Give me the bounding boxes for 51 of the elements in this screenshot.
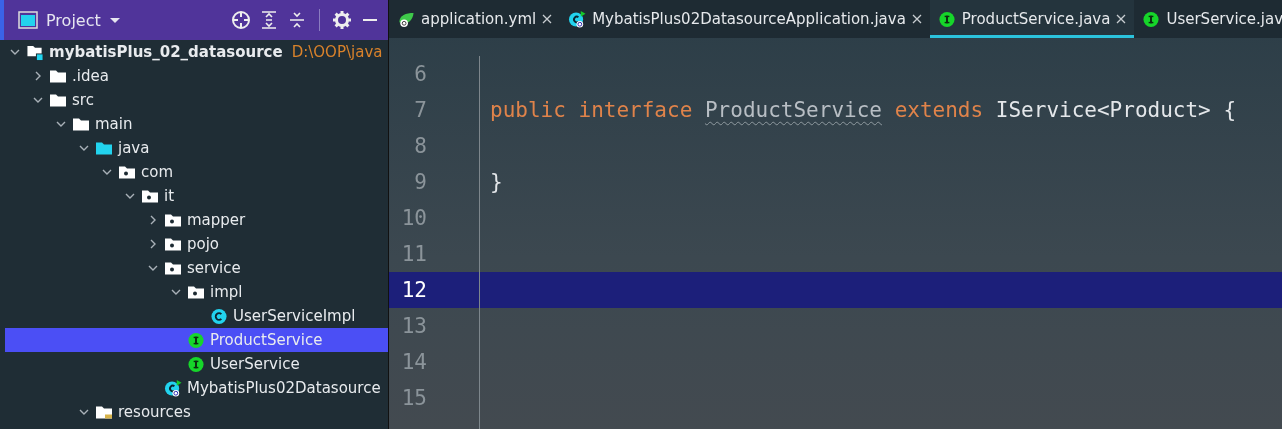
line-number: 12 — [389, 272, 479, 308]
tree-item[interactable]: MybatisPlus02Datasource — [5, 376, 388, 400]
tree-item[interactable]: java — [5, 136, 388, 160]
tree-item[interactable]: it — [5, 184, 388, 208]
line-number: 14 — [400, 349, 428, 376]
panel-title[interactable]: Project — [46, 10, 101, 30]
tree-item[interactable]: service — [5, 256, 388, 280]
line-number: 13 — [400, 313, 428, 340]
close-icon[interactable] — [1116, 14, 1127, 24]
editor-tab[interactable]: MybatisPlus02DatasourceApplication.java — [560, 0, 930, 38]
class-icon — [164, 379, 182, 397]
tree-item[interactable]: resources — [5, 400, 388, 424]
code-line: public interface ProductService extends IService<Product> { — [489, 98, 1237, 122]
interface-icon — [187, 331, 205, 349]
class-icon — [210, 307, 228, 325]
tree-item[interactable]: main — [5, 112, 388, 136]
tree-item[interactable]: impl — [5, 280, 388, 304]
settings-icon[interactable] — [332, 10, 352, 30]
window-icon — [18, 10, 38, 30]
tree-item[interactable]: mapper — [5, 208, 388, 232]
line-number: 6 — [413, 61, 428, 88]
tree-item[interactable]: com — [5, 160, 388, 184]
line-number: 9 — [413, 169, 428, 196]
collapse-all-icon[interactable] — [287, 10, 307, 30]
tree-item[interactable]: ProductService — [5, 328, 388, 352]
tree-item[interactable]: pojo — [5, 232, 388, 256]
code-line: } — [489, 170, 503, 194]
expand-all-icon[interactable] — [259, 10, 279, 30]
tree-item[interactable]: src — [5, 88, 388, 112]
tree-item[interactable]: UserServiceImpl — [5, 304, 388, 328]
line-number: 7 — [413, 97, 428, 124]
interface-icon — [937, 10, 956, 28]
tree-item[interactable]: UserService — [5, 352, 388, 376]
line-number: 10 — [400, 205, 428, 232]
interface-icon — [1142, 10, 1161, 28]
leaf-icon — [397, 10, 415, 28]
class-icon — [568, 10, 587, 28]
editor-tab[interactable]: ProductService.java — [929, 0, 1135, 38]
line-number: 8 — [413, 133, 428, 160]
interface-icon — [187, 355, 205, 373]
module-folder-icon — [26, 43, 44, 61]
crosshair-icon[interactable] — [231, 10, 251, 30]
tree-item[interactable]: mybatisPlus_02_datasource D:\OOP\java — [5, 40, 388, 64]
project-path: D:\OOP\java — [291, 43, 383, 61]
close-icon[interactable] — [542, 14, 553, 24]
close-icon[interactable] — [911, 14, 922, 24]
tree-item[interactable]: .idea — [5, 64, 388, 88]
editor-tab[interactable]: UserService.jav — [1134, 0, 1282, 38]
editor-tab[interactable]: application.yml — [389, 0, 561, 38]
line-number: 15 — [400, 385, 428, 412]
line-number: 11 — [400, 241, 428, 268]
